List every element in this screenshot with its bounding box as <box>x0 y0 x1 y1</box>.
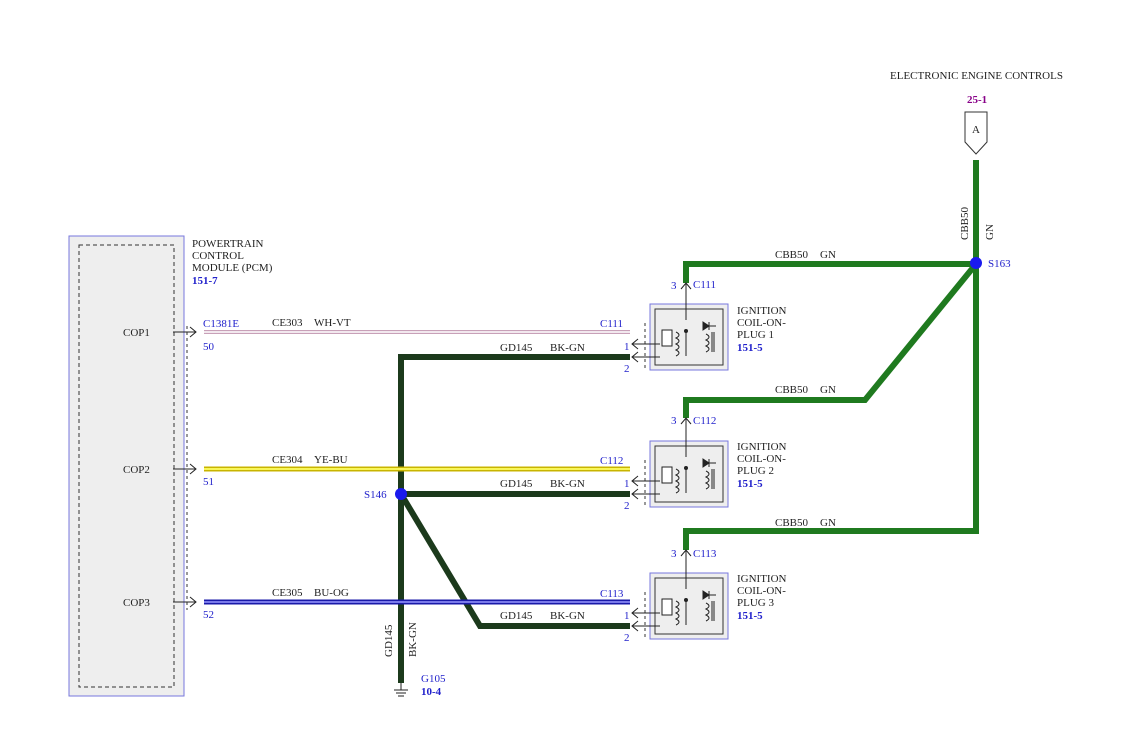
coil-1-pin-1: 1 <box>624 341 630 353</box>
pcm-connector-c1381e: C1381E <box>203 318 239 330</box>
coil-2-ref-link[interactable]: 151-5 <box>737 478 763 490</box>
pcm-pin-number-50: 50 <box>203 341 215 353</box>
power-circuit-color-vertical: GN <box>984 224 996 240</box>
splice-s163-label[interactable]: S163 <box>988 258 1011 270</box>
pcm-pin-number-51: 51 <box>203 476 214 488</box>
coil-3-name-line-2: COIL-ON- <box>737 585 786 597</box>
power-circuit-color-1: GN <box>820 249 836 261</box>
splice-s163-dot <box>970 257 982 269</box>
ground-circuit-id-3: GD145 <box>500 610 533 622</box>
signal-connector-c111: C111 <box>600 318 623 330</box>
splice-s146-dot <box>395 488 407 500</box>
coil-1-name-line-3: PLUG 1 <box>737 329 774 341</box>
coil-3-ref-link[interactable]: 151-5 <box>737 610 763 622</box>
header-title: ELECTRONIC ENGINE CONTROLS <box>890 70 1063 82</box>
ground-circuit-id-vertical: GD145 <box>383 624 395 657</box>
coil-3-pin-2: 2 <box>624 632 630 644</box>
ground-circuit-id-2: GD145 <box>500 478 533 490</box>
splice-s146-label[interactable]: S146 <box>364 489 387 501</box>
coil-1-pin-2: 2 <box>624 363 630 375</box>
coil-2-pin-3: 3 <box>671 415 677 427</box>
signal-connector-c112: C112 <box>600 455 623 467</box>
ground-ref-link[interactable]: 10-4 <box>421 686 442 698</box>
pcm-ref-link[interactable]: 151-7 <box>192 275 218 287</box>
coil-1-name-line-1: IGNITION <box>737 305 787 317</box>
circuit-ce304-id: CE304 <box>272 454 303 466</box>
coil-3-pin-1: 1 <box>624 610 630 622</box>
ground-symbol <box>394 683 408 697</box>
circuit-ce305-id: CE305 <box>272 587 303 599</box>
coil-2-connector-label: C112 <box>693 415 716 427</box>
coil-2-name-line-3: PLUG 2 <box>737 465 774 477</box>
coil-3 <box>631 549 729 640</box>
ground-wire-coil1 <box>398 354 630 683</box>
pcm-pin-label-cop3: COP3 <box>123 597 150 609</box>
coil-2 <box>631 417 729 508</box>
coil-2-name-line-2: COIL-ON- <box>737 453 786 465</box>
power-wire-coil1 <box>683 261 976 283</box>
header-ref[interactable]: 25-1 <box>967 94 987 106</box>
power-circuit-id-1: CBB50 <box>775 249 809 261</box>
coil-1-connector-label: C111 <box>693 279 716 291</box>
coil-2-pin-2: 2 <box>624 500 630 512</box>
circuit-ce305-color: BU-OG <box>314 587 349 599</box>
power-circuit-color-3: GN <box>820 517 836 529</box>
circuit-ce303-id: CE303 <box>272 317 303 329</box>
circuit-ce303-color: WH-VT <box>314 317 351 329</box>
ground-circuit-color-vertical: BK-GN <box>407 622 419 657</box>
ground-wires <box>398 354 630 683</box>
coil-3-connector-label: C113 <box>693 548 717 560</box>
coil-3-pin-3: 3 <box>671 548 677 560</box>
coil-3-name-line-3: PLUG 3 <box>737 597 774 609</box>
coil-3-name-line-1: IGNITION <box>737 573 787 585</box>
ground-circuit-color-3: BK-GN <box>550 610 585 622</box>
connector-a-symbol: A <box>964 111 988 155</box>
signal-connector-c113: C113 <box>600 588 624 600</box>
pcm-pin-label-cop2: COP2 <box>123 464 150 476</box>
coil-1-pin-3: 3 <box>671 280 677 292</box>
pcm-pin-label-cop1: COP1 <box>123 327 150 339</box>
power-wire-coil3 <box>683 264 979 550</box>
circuit-ce304-color: YE-BU <box>314 454 348 466</box>
power-circuit-color-2: GN <box>820 384 836 396</box>
coil-2-pin-1: 1 <box>624 478 630 490</box>
svg-text:A: A <box>972 124 980 136</box>
coil-1-ref-link[interactable]: 151-5 <box>737 342 763 354</box>
pcm-pin-number-52: 52 <box>203 609 214 621</box>
power-circuit-id-3: CBB50 <box>775 517 809 529</box>
coil-2-name-line-1: IGNITION <box>737 441 787 453</box>
pcm-name-line-3: MODULE (PCM) <box>192 262 273 274</box>
power-wires <box>683 160 979 550</box>
pcm-name-line-1: POWERTRAIN <box>192 238 264 250</box>
ground-circuit-color-1: BK-GN <box>550 342 585 354</box>
coil-1-name-line-2: COIL-ON- <box>737 317 786 329</box>
coil-1 <box>631 282 729 371</box>
power-circuit-id-2: CBB50 <box>775 384 809 396</box>
wiring-diagram: ELECTRONIC ENGINE CONTROLS 25-1 A CBB50 … <box>68 70 1063 698</box>
ground-g105-label: G105 <box>421 673 446 685</box>
ground-wire-coil3 <box>398 492 630 629</box>
ground-circuit-id-1: GD145 <box>500 342 533 354</box>
pcm-name-line-2: CONTROL <box>192 250 244 262</box>
power-circuit-id-vertical: CBB50 <box>959 206 971 240</box>
ground-circuit-color-2: BK-GN <box>550 478 585 490</box>
